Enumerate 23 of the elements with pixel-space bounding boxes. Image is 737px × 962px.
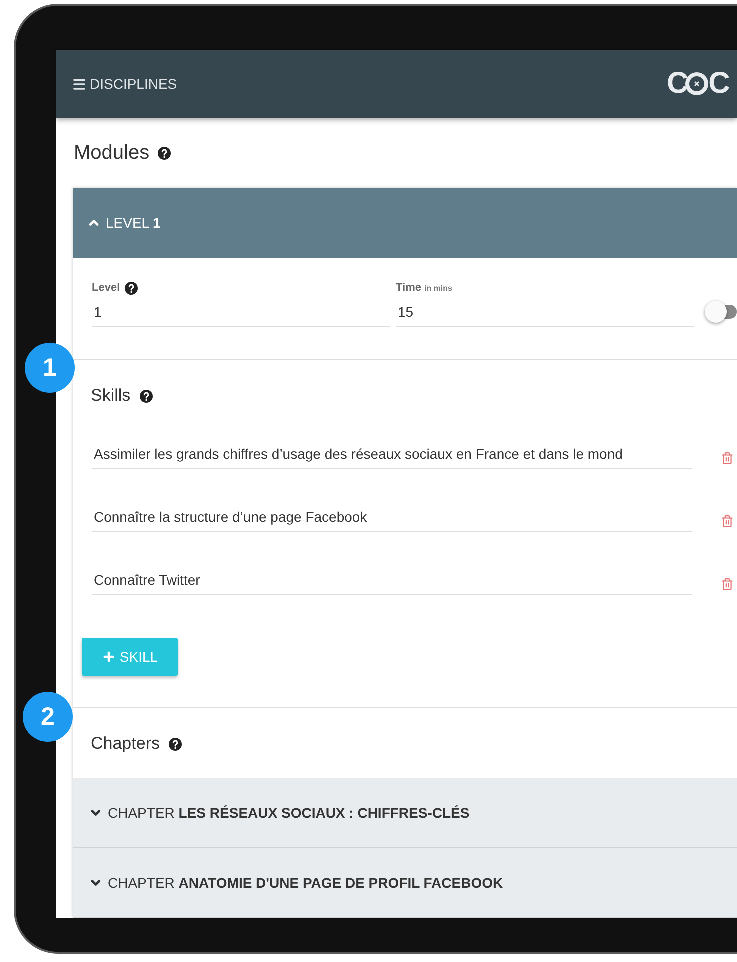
menu-button[interactable]: DISCIPLINES <box>72 76 178 92</box>
chapter-row[interactable]: CHAPTER ANATOMIE D'UNE PAGE DE PROFIL FACEBOOK <box>73 848 737 918</box>
input-field[interactable]: 1 <box>92 296 390 327</box>
trash-icon[interactable] <box>721 515 734 528</box>
section-title: Chapters <box>91 734 160 754</box>
step-badge: 1 <box>25 343 75 393</box>
skill-input[interactable]: Connaître Twitter <box>92 564 692 595</box>
level-header[interactable]: LEVEL 1 <box>73 188 737 258</box>
skill-input[interactable]: Assimiler les grands chiffres d’usage des réseaux sociaux en France et dans le mond <box>92 438 692 469</box>
menu-icon <box>72 76 87 92</box>
field-label: Time in mins <box>396 282 452 294</box>
logo-text: C <box>708 67 730 101</box>
plus-icon <box>102 650 116 664</box>
section-title: Skills <box>91 386 131 406</box>
trash-icon[interactable] <box>721 452 734 465</box>
skill-input[interactable]: Connaître la structure d’une page Facebook <box>92 501 692 532</box>
chapter-row[interactable]: CHAPTER LES RÉSEAUX SOCIAUX : CHIFFRES-CLÉS <box>73 778 737 848</box>
logo-text: C <box>667 67 689 101</box>
page-title: Modules <box>74 142 150 164</box>
trash-icon[interactable] <box>721 578 734 591</box>
step-badge: 2 <box>23 692 73 742</box>
field-label: Level <box>92 282 120 294</box>
input-field[interactable]: 15 <box>396 296 694 327</box>
